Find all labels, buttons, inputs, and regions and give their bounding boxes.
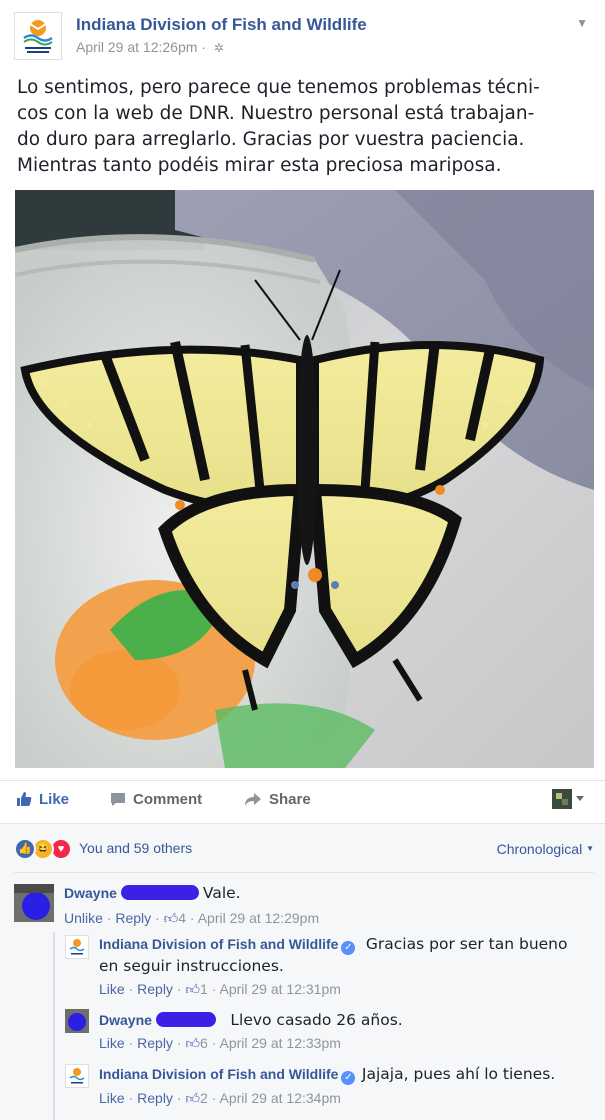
- thumbs-up-outline-icon: 👍︎: [185, 1090, 201, 1106]
- post-text-line: cos con la web de DNR. Nuestro personal …: [17, 103, 535, 124]
- redaction-mark: [155, 1012, 216, 1027]
- comment-author-link[interactable]: Dwayne: [99, 1012, 152, 1028]
- post-actions-bar: Like Comment Share: [0, 780, 605, 819]
- post-text: Lo sentimos, pero parece que tenemos pro…: [17, 75, 592, 179]
- avatar-image: [65, 1009, 89, 1033]
- like-link[interactable]: Like: [99, 1035, 125, 1051]
- post-text-line: do duro para arreglarlo. Gracias por vue…: [17, 129, 525, 150]
- comment-sort-dropdown[interactable]: Chronological ▼: [497, 841, 594, 857]
- comment-author-link[interactable]: Indiana Division of Fish and Wildlife: [99, 1066, 338, 1082]
- comment-author-link[interactable]: Dwayne: [64, 885, 117, 901]
- comment-text: Jajaja, pues ahí lo tienes.: [361, 1065, 556, 1083]
- post-meta: April 29 at 12:26pm · ✲: [76, 39, 224, 55]
- comment-body: Dwayne Vale.: [64, 884, 241, 903]
- thumbs-up-outline-icon: 👍︎: [185, 981, 201, 997]
- share-button-label: Share: [269, 791, 311, 808]
- like-reaction-icon: 👍: [14, 838, 36, 860]
- like-button-label: Like: [39, 791, 70, 808]
- avatar[interactable]: [65, 1009, 89, 1033]
- page-name-link[interactable]: Indiana Division of Fish and Wildlife: [76, 15, 367, 35]
- profile-thumbnail-icon: [552, 789, 584, 809]
- comment-timestamp[interactable]: April 29 at 12:29pm: [198, 910, 319, 926]
- meta-separator: ·: [201, 39, 206, 55]
- butterfly-photo-image: [15, 190, 594, 768]
- comment-actions: Unlike · Reply · 👍︎4 · April 29 at 12:29…: [64, 910, 320, 926]
- reply-link[interactable]: Reply: [137, 1090, 173, 1106]
- comment-like-count[interactable]: 2: [200, 1090, 208, 1106]
- reply-link[interactable]: Reply: [137, 981, 173, 997]
- comment-button-label: Comment: [133, 791, 203, 808]
- globe-icon: ✲: [213, 41, 224, 55]
- comment-actions: Like · Reply · 👍︎1 · April 29 at 12:31pm: [99, 981, 341, 997]
- comment-actions: Like · Reply · 👍︎2 · April 29 at 12:34pm: [99, 1090, 341, 1106]
- post-photo[interactable]: [15, 190, 594, 768]
- page-avatar[interactable]: [14, 12, 62, 60]
- comment-body: Indiana Division of Fish and Wildlife ✓ J…: [99, 1065, 555, 1085]
- chevron-down-icon[interactable]: ▼: [576, 16, 588, 30]
- verified-badge-icon: ✓: [341, 941, 356, 955]
- comment-timestamp[interactable]: April 29 at 12:31pm: [220, 981, 341, 997]
- like-button[interactable]: Like: [16, 791, 69, 808]
- comment-like-count[interactable]: 6: [200, 1035, 208, 1051]
- comment-body: Indiana Division of Fish and Wildlife ✓ G…: [99, 935, 589, 975]
- dnr-logo-icon: [69, 939, 85, 955]
- comment-actions: Like · Reply · 👍︎6 · April 29 at 12:33pm: [99, 1035, 341, 1051]
- thumbs-up-icon: [17, 792, 32, 806]
- caret-down-icon: ▼: [586, 844, 594, 853]
- comment-like-count[interactable]: 4: [178, 910, 186, 926]
- thumbs-up-outline-icon: 👍︎: [163, 910, 179, 926]
- thumbs-up-outline-icon: 👍︎: [185, 1035, 201, 1051]
- unlike-link[interactable]: Unlike: [64, 910, 103, 926]
- share-button[interactable]: Share: [244, 791, 311, 808]
- share-icon: [245, 793, 261, 806]
- verified-badge-icon: ✓: [341, 1071, 356, 1085]
- like-link[interactable]: Like: [99, 981, 125, 997]
- comment-text: Llevo casado 26 años.: [230, 1011, 403, 1029]
- comment-text: Vale.: [202, 884, 241, 902]
- avatar-image: [14, 884, 54, 922]
- post-header: Indiana Division of Fish and Wildlife Ap…: [14, 12, 594, 60]
- redaction-mark: [120, 885, 199, 900]
- reply-link[interactable]: Reply: [115, 910, 151, 926]
- avatar[interactable]: [65, 1064, 89, 1088]
- post-text-line: Mientras tanto podéis mirar esta precios…: [17, 155, 502, 176]
- comment-body: Dwayne Llevo casado 26 años.: [99, 1011, 403, 1030]
- reply-link[interactable]: Reply: [137, 1035, 173, 1051]
- reply-thread-line: [53, 932, 55, 1120]
- avatar[interactable]: [65, 935, 89, 959]
- comment-button[interactable]: Comment: [110, 791, 202, 808]
- dnr-logo-icon: [23, 20, 53, 53]
- dnr-logo-icon: [69, 1068, 85, 1084]
- reactions-summary[interactable]: You and 59 others: [79, 840, 192, 856]
- reactions-row[interactable]: 👍 😆 ♥ You and 59 others Chronological ▼: [14, 838, 594, 860]
- post-text-line: Lo sentimos, pero parece que tenemos pro…: [17, 77, 540, 98]
- post-as-selector[interactable]: [552, 789, 593, 810]
- avatar[interactable]: [14, 884, 54, 922]
- comment-timestamp[interactable]: April 29 at 12:33pm: [220, 1035, 341, 1051]
- comment-sort-label: Chronological: [496, 841, 583, 857]
- post-timestamp[interactable]: April 29 at 12:26pm: [76, 39, 197, 55]
- like-link[interactable]: Like: [99, 1090, 125, 1106]
- comment-icon: [111, 793, 125, 806]
- comment-author-link[interactable]: Indiana Division of Fish and Wildlife: [99, 936, 338, 952]
- comment-text: Gracias por ser tan bueno: [365, 935, 568, 953]
- divider: [14, 872, 594, 873]
- comment-like-count[interactable]: 1: [200, 981, 208, 997]
- comment-timestamp[interactable]: April 29 at 12:34pm: [220, 1090, 341, 1106]
- comment-text-line: en seguir instrucciones.: [99, 957, 284, 975]
- comments-area: 👍 😆 ♥ You and 59 others Chronological ▼ …: [0, 823, 605, 1120]
